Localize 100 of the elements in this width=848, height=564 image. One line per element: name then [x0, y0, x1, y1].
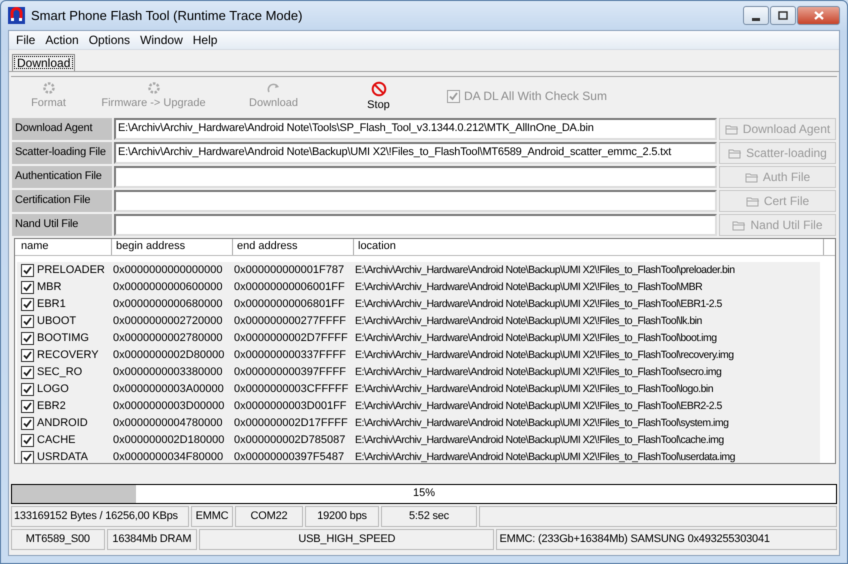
table-cell-text: 0x0000000000600000: [112, 280, 224, 294]
menu-item[interactable]: Options: [84, 32, 136, 48]
status-cell: 133169152 Bytes / 16256,00 KBps: [11, 506, 189, 527]
checkbox[interactable]: [21, 315, 34, 328]
status-cell: 16384Mb DRAM: [106, 529, 198, 550]
stop-icon: [370, 81, 386, 97]
table-cell-text: 0x000000000397FFFF: [233, 366, 347, 380]
gear-icon: [42, 81, 56, 95]
table-cell: PRELOADER: [37, 264, 105, 278]
table-cell-text: 0x0000000034F80000: [112, 450, 224, 463]
table-cell: E:\Archiv\Archiv_Hardware\Android Note\Backup\UMI X2\!Files_to_FlashTool\system.img: [354, 417, 728, 430]
folder-icon: [744, 172, 759, 182]
field-label: Nand Util File: [12, 214, 112, 236]
status-cell: MT6589_S00: [11, 529, 105, 550]
table-cell: E:\Archiv\Archiv_Hardware\Android Note\Backup\UMI X2\!Files_to_FlashTool\boot.img: [354, 332, 717, 345]
table-cell: E:\Archiv\Archiv_Hardware\Android Note\Backup\UMI X2\!Files_to_FlashTool\preloader.bin: [354, 264, 735, 277]
table-cell: E:\Archiv\Archiv_Hardware\Android Note\Backup\UMI X2\!Files_to_FlashTool\userdata.img: [354, 451, 736, 463]
column-header[interactable]: location: [354, 239, 824, 255]
status-cell: COM22: [235, 506, 303, 527]
table-cell-text: 0x00000000397F5487: [233, 450, 346, 463]
minimize-button[interactable]: [743, 6, 769, 25]
table-cell: E:\Archiv\Archiv_Hardware\Android Note\Backup\UMI X2\!Files_to_FlashTool\MBR: [354, 281, 702, 294]
close-icon: [812, 10, 826, 21]
maximize-icon: [776, 10, 790, 21]
close-button[interactable]: [797, 6, 840, 25]
table-cell: BOOTIMG: [37, 332, 89, 346]
table-cell-text: 0x0000000003D00000: [112, 400, 226, 414]
table-cell-text: 0x000000000277FFFF: [233, 314, 347, 328]
checkbox[interactable]: [21, 332, 34, 345]
checkbox[interactable]: [21, 264, 34, 277]
status-cell: EMMC: (233Gb+16384Mb) SAMSUNG 0x493255303041: [496, 529, 837, 550]
minimize-icon: [752, 18, 760, 20]
table-cell-text: 0x000000000001F787: [233, 264, 346, 278]
path-field[interactable]: [114, 166, 717, 188]
table-cell-text: 0x000000002D180000: [112, 434, 226, 448]
checkbox[interactable]: [21, 383, 34, 396]
table-cell: ANDROID: [37, 416, 88, 430]
table-cell-text: 0x00000000006001FF: [233, 280, 346, 294]
table-cell-text: 0x0000000003380000: [112, 366, 224, 380]
tab[interactable]: Download: [12, 54, 76, 71]
table-cell-text: 0x0000000000680000: [112, 298, 224, 312]
menu-item[interactable]: Window: [135, 32, 188, 48]
column-header[interactable]: name: [17, 239, 112, 255]
checkbox[interactable]: [21, 417, 34, 430]
table-cell-text: 0x0000000002780000: [112, 332, 224, 346]
table-cell: MBR: [37, 280, 62, 294]
checkbox[interactable]: [21, 281, 34, 294]
column-header[interactable]: begin address: [112, 239, 233, 255]
toolbar-button[interactable]: Stop: [326, 81, 431, 112]
folder-icon: [746, 196, 760, 206]
checkbox[interactable]: [21, 434, 34, 447]
maximize-button[interactable]: [770, 6, 796, 25]
field-label: Authentication File: [12, 166, 112, 188]
menu-item[interactable]: File: [11, 32, 40, 48]
folder-icon: [724, 124, 739, 134]
redo-arrow-icon: [266, 81, 280, 95]
app-icon: [8, 7, 25, 24]
column-header[interactable]: end address: [233, 239, 354, 255]
status-cell: EMMC: [191, 506, 233, 527]
table-cell-text: 0x0000000003A00000: [112, 382, 225, 396]
folder-icon: [732, 220, 746, 230]
checkbox[interactable]: [21, 349, 34, 362]
table-cell: SEC_RO: [37, 366, 82, 380]
checkbox[interactable]: [21, 366, 34, 379]
table-cell-text: 0x0000000003D001FF: [233, 400, 348, 414]
progress-percent: 15%: [412, 487, 436, 501]
gear-icon: [146, 81, 160, 95]
checkbox[interactable]: [21, 400, 34, 413]
table-cell-text: 0x0000000004780000: [112, 416, 224, 430]
path-field[interactable]: [114, 190, 717, 212]
checkbox[interactable]: [21, 298, 34, 311]
table-cell: E:\Archiv\Archiv_Hardware\Android Note\Backup\UMI X2\!Files_to_FlashTool\cache.img: [354, 434, 724, 447]
table-cell-text: 0x0000000002D80000: [112, 348, 226, 362]
table-cell-text: 0x000000000337FFFF: [233, 348, 347, 362]
menu-item[interactable]: Help: [188, 32, 222, 48]
table-cell-text: 0x0000000000000000: [112, 264, 224, 278]
table-cell: USRDATA: [37, 450, 88, 463]
table-cell: LOGO: [37, 382, 69, 396]
status-cell: 5:52 sec: [381, 506, 477, 527]
table-cell-text: 0x000000002D785087: [233, 434, 346, 448]
path-field[interactable]: [114, 214, 717, 236]
table-cell: E:\Archiv\Archiv_Hardware\Android Note\Backup\UMI X2\!Files_to_FlashTool\recovery.img: [354, 349, 734, 362]
table-cell: UBOOT: [37, 314, 76, 328]
table-cell-text: 0x0000000002720000: [112, 314, 224, 328]
menu-item[interactable]: Action: [40, 32, 84, 48]
folder-icon: [728, 148, 742, 158]
table-cell-text: 0x000000002D17FFFF: [233, 416, 349, 430]
field-label: Scatter-loading File: [12, 142, 112, 164]
checkbox-label: DA DL All With Check Sum: [464, 89, 607, 104]
field-label: Certification File: [12, 190, 112, 212]
table-cell: E:\Archiv\Archiv_Hardware\Android Note\Backup\UMI X2\!Files_to_FlashTool\EBR2-2.5: [354, 400, 722, 413]
table-cell: EBR1: [37, 298, 66, 312]
window-title: Smart Phone Flash Tool (Runtime Trace Mode): [31, 8, 302, 24]
table-cell-text: 0x0000000003CFFFFF: [233, 382, 350, 396]
table-cell: E:\Archiv\Archiv_Hardware\Android Note\Backup\UMI X2\!Files_to_FlashTool\lk.bin: [354, 315, 702, 328]
checkbox[interactable]: [21, 451, 34, 463]
field-label: Download Agent: [12, 118, 112, 140]
status-cell: USB_HIGH_SPEED: [199, 529, 494, 550]
table-cell: E:\Archiv\Archiv_Hardware\Android Note\Backup\UMI X2\!Files_to_FlashTool\EBR1-2.5: [354, 298, 722, 311]
status-cell: 19200 bps: [305, 506, 379, 527]
